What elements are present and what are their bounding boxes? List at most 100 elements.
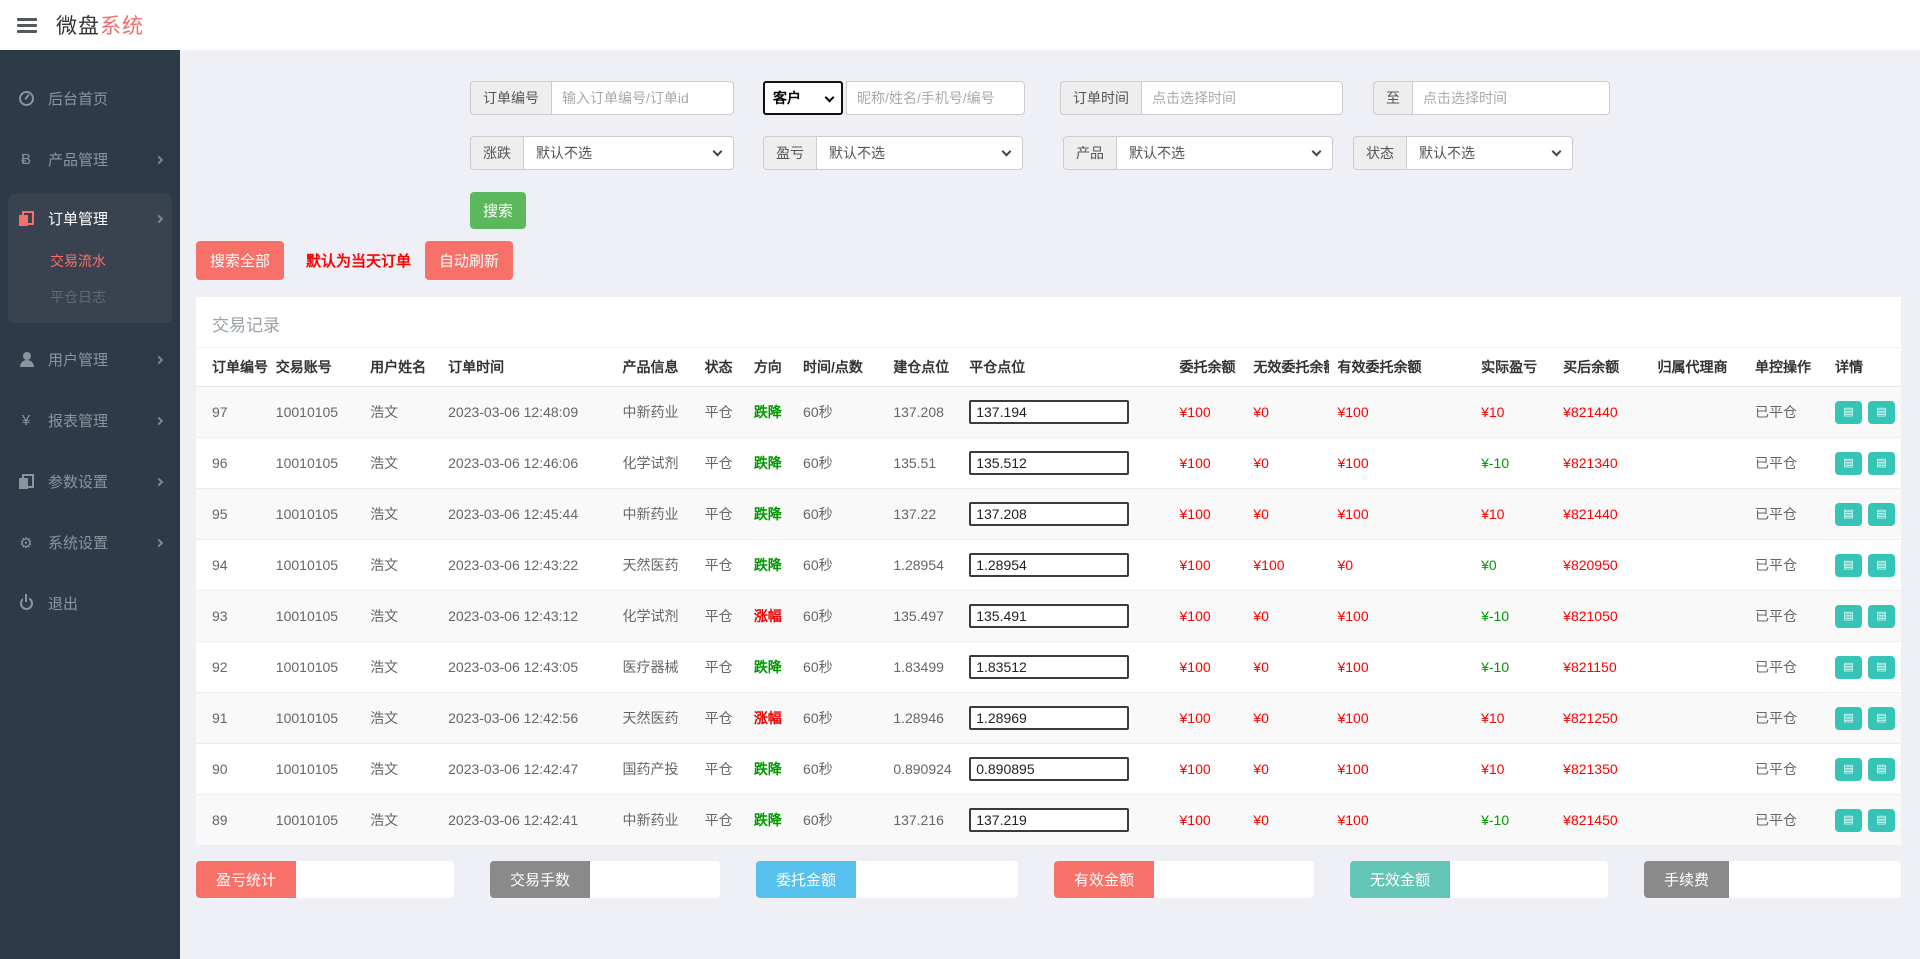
cell-open-price: 137.22 xyxy=(885,488,962,540)
table-row: 95 10010105 浩文 2023-03-06 12:45:44 中新药业 … xyxy=(196,488,1901,540)
detail-button-2[interactable]: ▤ xyxy=(1868,553,1895,577)
cell-order-id: 96 xyxy=(196,437,268,489)
detail-button[interactable]: ▤ xyxy=(1835,604,1862,628)
sidebar-item-label: 系统设置 xyxy=(48,535,109,552)
cell-account: 10010105 xyxy=(267,794,363,846)
trade-table: 订单编号 交易账号 用户姓名 订单时间 产品信息 状态 方向 时间/点数 建仓点位 平仓点位 委托余… xyxy=(196,348,1901,846)
direction-cell: 跌降 xyxy=(745,743,796,795)
column-header: 方向 xyxy=(745,348,796,387)
close-price-input[interactable] xyxy=(969,808,1130,832)
sidebar-item[interactable]: Ƀ 产品管理 xyxy=(0,133,180,186)
cell-detail: ▤ ▤ xyxy=(1827,488,1901,540)
sidebar-item-label: 参数设置 xyxy=(48,474,109,491)
close-price-input[interactable] xyxy=(969,655,1130,679)
stat-group-手续费: 手续费 xyxy=(1644,861,1901,898)
direction-cell: 跌降 xyxy=(745,794,796,846)
cell-after-balance: ¥821340 xyxy=(1555,437,1650,489)
cell-order-time: 2023-03-06 12:43:05 xyxy=(440,641,615,693)
detail-button-2[interactable]: ▤ xyxy=(1868,400,1895,424)
cell-agent xyxy=(1649,488,1747,540)
detail-button-2[interactable]: ▤ xyxy=(1868,451,1895,475)
close-price-input[interactable] xyxy=(969,451,1130,475)
chevron-right-icon xyxy=(154,155,164,164)
client-search-input[interactable] xyxy=(846,81,1025,115)
detail-button-2[interactable]: ▤ xyxy=(1868,808,1895,832)
action-bar: 搜索全部 默认为当天订单 自动刷新 xyxy=(196,241,1920,280)
column-header: 买后余额 xyxy=(1555,348,1650,387)
detail-button[interactable]: ▤ xyxy=(1835,706,1862,730)
sidebar-item[interactable]: 用户管理 xyxy=(0,333,180,386)
cell-order-id: 93 xyxy=(196,590,268,642)
detail-icon: ▤ xyxy=(1843,405,1854,418)
table-row: 96 10010105 浩文 2023-03-06 12:46:06 化学试剂 … xyxy=(196,437,1901,489)
detail-button-2[interactable]: ▤ xyxy=(1868,706,1895,730)
sidebar-item[interactable]: 退出 xyxy=(0,577,180,630)
chevron-down-icon xyxy=(1551,146,1562,157)
column-header: 订单时间 xyxy=(440,348,615,387)
cell-account: 10010105 xyxy=(267,386,363,438)
detail-button[interactable]: ▤ xyxy=(1835,502,1862,526)
close-price-input[interactable] xyxy=(969,757,1130,781)
auto-refresh-button[interactable]: 自动刷新 xyxy=(425,241,514,280)
filter-select-状态: 状态 默认不选 xyxy=(1353,136,1573,170)
column-header: 平仓点位 xyxy=(961,348,1172,387)
detail-button[interactable]: ▤ xyxy=(1835,808,1862,832)
trade-records-card: 交易记录 订单编号 交易账号 用户姓名 订单时间 产品信息 状态 方向 时间/点数 建仓点位 平仓… xyxy=(196,297,1901,846)
sidebar-item[interactable]: 后台首页 xyxy=(0,72,180,125)
detail-button[interactable]: ▤ xyxy=(1835,655,1862,679)
detail-button[interactable]: ▤ xyxy=(1835,400,1862,424)
sidebar-item[interactable]: 订单管理 xyxy=(8,194,172,243)
main-content: 订单编号 客户 订单时间 至 涨跌默认不选盈亏默认不选产品默认不选状态默认不选 … xyxy=(180,50,1920,959)
table-row: 93 10010105 浩文 2023-03-06 12:43:12 化学试剂 … xyxy=(196,590,1901,642)
close-price-input[interactable] xyxy=(969,706,1130,730)
close-price-input[interactable] xyxy=(969,400,1130,424)
cell-entrust-balance: ¥100 xyxy=(1171,539,1246,591)
direction-cell: 涨幅 xyxy=(745,590,796,642)
cell-after-balance: ¥821440 xyxy=(1555,386,1650,438)
cell-valid-entrust: ¥100 xyxy=(1329,641,1474,693)
sidebar-subitem[interactable]: 交易流水 xyxy=(8,243,172,279)
time-end-input[interactable] xyxy=(1412,81,1610,115)
detail-button[interactable]: ▤ xyxy=(1835,757,1862,781)
detail-button-2[interactable]: ▤ xyxy=(1868,757,1895,781)
sidebar-item[interactable]: ⚙ 系统设置 xyxy=(0,516,180,569)
filter-select-box[interactable]: 默认不选 xyxy=(1116,136,1333,170)
column-header: 订单编号 xyxy=(196,348,268,387)
sidebar-item[interactable]: 参数设置 xyxy=(0,455,180,508)
order-no-input[interactable] xyxy=(551,81,734,115)
search-button[interactable]: 搜索 xyxy=(470,192,527,229)
order-time-label: 订单时间 xyxy=(1060,81,1141,115)
brand-part2: 系统 xyxy=(100,15,144,38)
bitcoin-icon: Ƀ xyxy=(20,151,31,168)
time-start-input[interactable] xyxy=(1141,81,1343,115)
hamburger-menu-icon[interactable] xyxy=(17,17,37,33)
cell-open-price: 137.216 xyxy=(885,794,962,846)
detail-button[interactable]: ▤ xyxy=(1835,451,1862,475)
cell-detail: ▤ ▤ xyxy=(1827,386,1901,438)
close-price-input[interactable] xyxy=(969,604,1130,628)
cell-product: 化学试剂 xyxy=(614,437,697,489)
sidebar-subitem[interactable]: 平仓日志 xyxy=(8,279,172,315)
detail-button-2[interactable]: ▤ xyxy=(1868,655,1895,679)
search-all-button[interactable]: 搜索全部 xyxy=(196,241,285,280)
cell-control-status: 已平仓 xyxy=(1746,590,1827,642)
cell-order-id: 89 xyxy=(196,794,268,846)
sidebar-item-label: 退出 xyxy=(48,596,79,613)
detail-button[interactable]: ▤ xyxy=(1835,553,1862,577)
cell-control-status: 已平仓 xyxy=(1746,641,1827,693)
filter-select-box[interactable]: 默认不选 xyxy=(1406,136,1573,170)
filter-select-box[interactable]: 默认不选 xyxy=(523,136,734,170)
direction-cell: 跌降 xyxy=(745,437,796,489)
cell-open-price: 135.51 xyxy=(885,437,962,489)
cell-order-time: 2023-03-06 12:42:56 xyxy=(440,692,615,744)
close-price-input[interactable] xyxy=(969,502,1130,526)
detail-icon: ▤ xyxy=(1843,711,1854,724)
filter-select-box[interactable]: 默认不选 xyxy=(816,136,1023,170)
detail-button-2[interactable]: ▤ xyxy=(1868,604,1895,628)
cell-user-name: 浩文 xyxy=(362,539,441,591)
client-type-select[interactable]: 客户 xyxy=(763,81,843,115)
sidebar-item[interactable]: ¥ 报表管理 xyxy=(0,394,180,447)
close-price-input[interactable] xyxy=(969,553,1130,577)
stat-group-无效金额: 无效金额 xyxy=(1350,861,1608,898)
detail-button-2[interactable]: ▤ xyxy=(1868,502,1895,526)
